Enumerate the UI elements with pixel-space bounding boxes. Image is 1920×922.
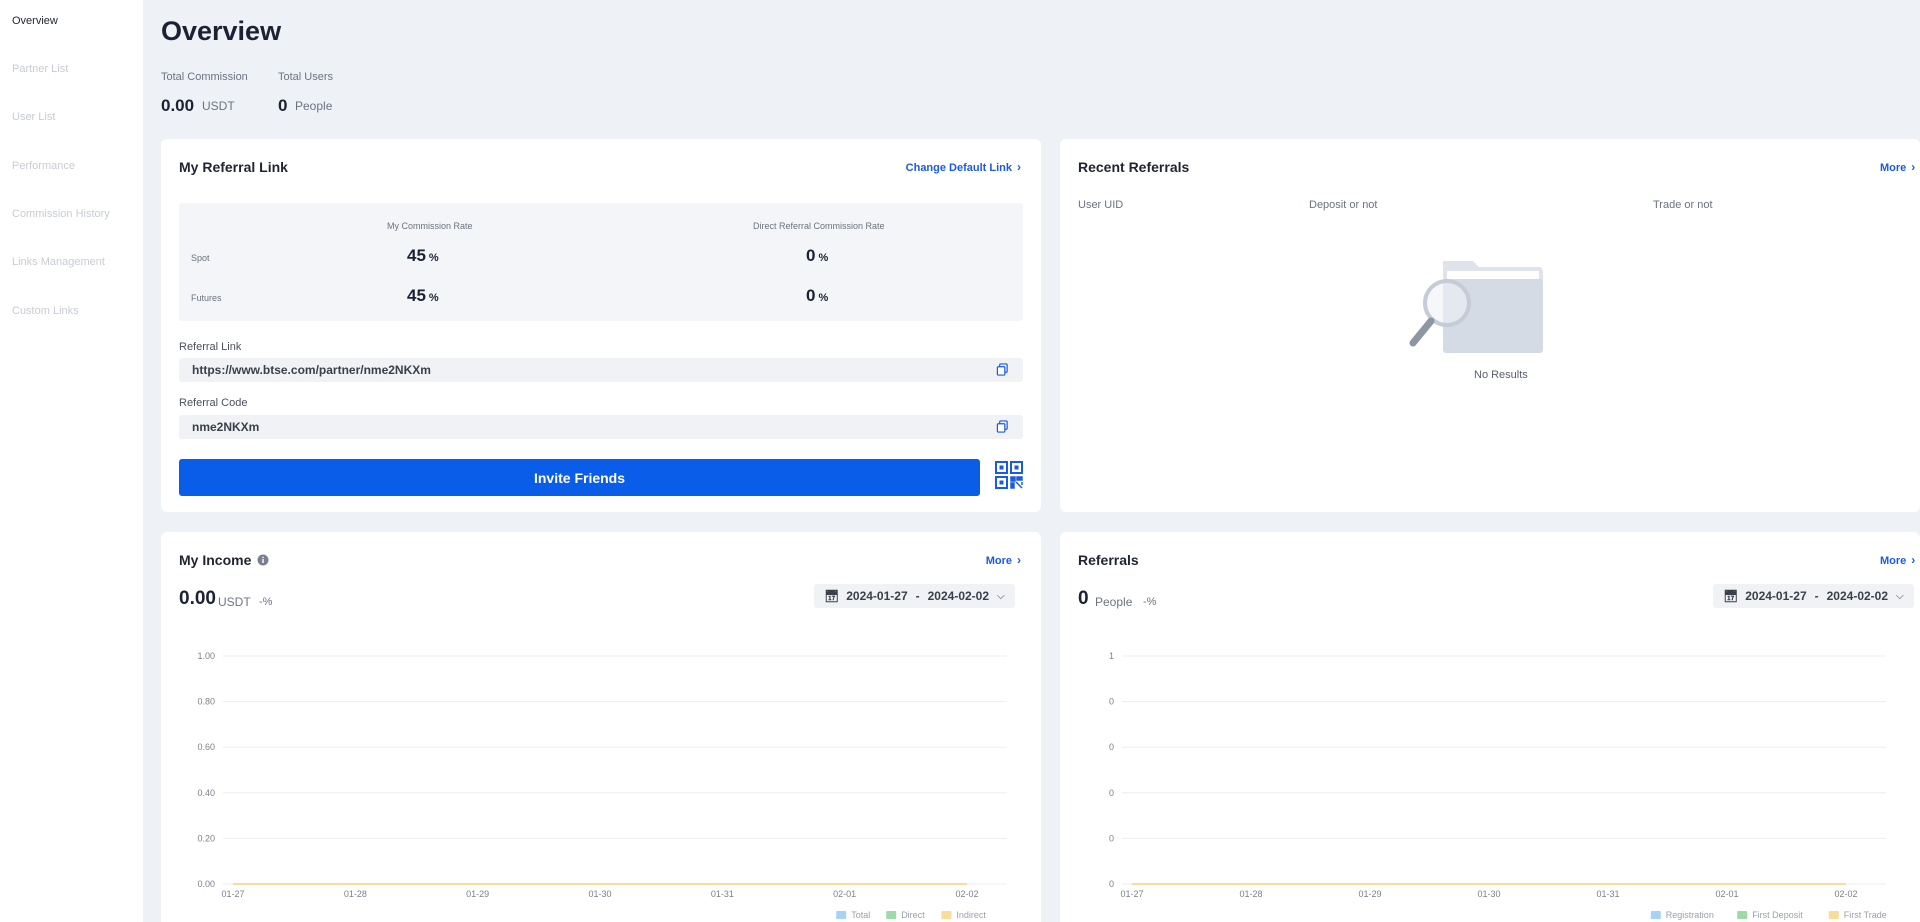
x-tick-label: 01-27 xyxy=(221,889,244,899)
x-tick-label: 02-02 xyxy=(1834,889,1857,899)
y-tick-label: 0 xyxy=(1109,879,1114,889)
referrals-card: Referrals More › 0 People -% 📅︎ 2024-01-2… xyxy=(1060,532,1920,922)
total-users-unit: People xyxy=(295,99,333,113)
y-tick-label: 1 xyxy=(1109,651,1114,661)
spot-direct-rate: 0% xyxy=(806,246,829,265)
column-header-deposit: Deposit or not xyxy=(1309,199,1378,211)
legend-label: Direct xyxy=(901,910,925,920)
referral-code-field[interactable]: nme2NKXm xyxy=(179,415,1023,439)
sidebar-item-custom-links[interactable]: Custom Links xyxy=(12,305,79,317)
referral-link-card-title: My Referral Link xyxy=(179,159,288,175)
sidebar-item-overview[interactable]: Overview xyxy=(12,15,58,27)
more-label: More xyxy=(1880,162,1907,174)
x-tick-label: 01-27 xyxy=(1120,889,1143,899)
x-tick-label: 01-30 xyxy=(588,889,611,899)
y-tick-label: 0.80 xyxy=(197,697,215,707)
legend-swatch xyxy=(1828,911,1839,919)
referrals-chart: 0 0 0 0 0 1 01-27 01-28 01-29 01-30 01-31 02-01 02-0… xyxy=(1109,651,1887,920)
change-default-link-button[interactable]: Change Default Link › xyxy=(906,160,1021,174)
copy-icon[interactable] xyxy=(996,420,1009,433)
referral-link-label: Referral Link xyxy=(179,341,242,353)
legend-swatch xyxy=(886,911,897,919)
sidebar-item-partner-list[interactable]: Partner List xyxy=(12,63,68,75)
sidebar: Overview Partner List User List Performa… xyxy=(0,0,143,922)
empty-folder-icon xyxy=(1409,261,1543,353)
legend-label: Indirect xyxy=(956,910,986,920)
futures-direct-rate: 0% xyxy=(806,286,829,305)
y-tick-label: 0.60 xyxy=(197,742,215,752)
y-tick-label: 0.20 xyxy=(197,833,215,843)
total-commission-label: Total Commission xyxy=(161,71,248,83)
futures-my-rate: 45% xyxy=(407,286,439,305)
legend-label: Registration xyxy=(1666,910,1714,920)
total-users-label: Total Users xyxy=(278,71,334,83)
rate-row-label: Spot xyxy=(191,253,210,263)
chevron-right-icon: › xyxy=(1017,160,1021,174)
x-tick-label: 01-30 xyxy=(1477,889,1500,899)
x-tick-label: 01-28 xyxy=(1239,889,1262,899)
column-header-trade: Trade or not xyxy=(1653,199,1713,211)
y-tick-label: 0 xyxy=(1109,788,1114,798)
referral-code-label: Referral Code xyxy=(179,397,248,409)
no-results-text: No Results xyxy=(1474,369,1528,381)
y-tick-label: 0 xyxy=(1109,742,1114,752)
x-tick-label: 01-29 xyxy=(1358,889,1381,899)
sidebar-item-links-management[interactable]: Links Management xyxy=(12,256,105,268)
y-tick-label: 0 xyxy=(1109,833,1114,843)
change-default-link-label: Change Default Link xyxy=(905,162,1012,174)
legend-swatch xyxy=(1737,911,1748,919)
income-chart: 0.00 0.20 0.40 0.60 0.80 1.00 01-27 01-28 01-29 0… xyxy=(197,651,1007,920)
legend-swatch xyxy=(1650,911,1661,919)
commission-rate-table: My Commission Rate Direct Referral Commi… xyxy=(179,203,1023,321)
qr-code-icon[interactable] xyxy=(995,461,1023,489)
x-tick-label: 01-29 xyxy=(466,889,489,899)
referral-code-value: nme2NKXm xyxy=(192,420,260,434)
my-commission-rate-header: My Commission Rate xyxy=(387,221,473,231)
recent-referrals-more-button[interactable]: More › xyxy=(1880,160,1915,174)
direct-referral-rate-header: Direct Referral Commission Rate xyxy=(753,221,885,231)
recent-referrals-title: Recent Referrals xyxy=(1078,159,1190,175)
x-tick-label: 02-01 xyxy=(1715,889,1738,899)
sidebar-item-user-list[interactable]: User List xyxy=(12,111,55,123)
invite-friends-button[interactable]: Invite Friends xyxy=(179,459,980,496)
x-tick-label: 02-02 xyxy=(955,889,978,899)
x-tick-label: 01-31 xyxy=(711,889,734,899)
total-commission-value: 0.00 xyxy=(161,96,195,115)
page-title: Overview xyxy=(161,16,282,46)
recent-referrals-card: Recent Referrals More › User UID Deposit … xyxy=(1060,139,1920,512)
referral-link-card: My Referral Link Change Default Link › My… xyxy=(161,139,1041,512)
spot-my-rate: 45% xyxy=(407,246,439,265)
x-tick-label: 01-31 xyxy=(1596,889,1619,899)
x-tick-label: 02-01 xyxy=(833,889,856,899)
sidebar-item-performance[interactable]: Performance xyxy=(12,160,75,172)
legend-label: First Trade xyxy=(1844,910,1887,920)
total-users-value: 0 xyxy=(278,96,288,115)
rate-row-label: Futures xyxy=(191,293,222,303)
income-card: My Income More › 0.00 USDT -% 📅︎ 2024-01-… xyxy=(161,532,1041,922)
chevron-right-icon: › xyxy=(1911,160,1916,174)
legend-swatch xyxy=(836,911,847,919)
copy-icon[interactable] xyxy=(996,363,1009,376)
legend-swatch xyxy=(941,911,952,919)
total-commission-unit: USDT xyxy=(202,99,235,113)
y-tick-label: 0 xyxy=(1109,697,1114,707)
y-tick-label: 0.40 xyxy=(197,788,215,798)
sidebar-item-commission-history[interactable]: Commission History xyxy=(12,208,110,220)
legend-label: First Deposit xyxy=(1752,910,1803,920)
x-tick-label: 01-28 xyxy=(344,889,367,899)
column-header-user-uid: User UID xyxy=(1078,199,1124,211)
referral-link-field[interactable]: https://www.btse.com/partner/nme2NKXm xyxy=(179,358,1023,382)
y-tick-label: 0.00 xyxy=(197,879,215,889)
legend-label: Total xyxy=(851,910,870,920)
referral-link-value: https://www.btse.com/partner/nme2NKXm xyxy=(192,363,431,377)
y-tick-label: 1.00 xyxy=(197,651,215,661)
